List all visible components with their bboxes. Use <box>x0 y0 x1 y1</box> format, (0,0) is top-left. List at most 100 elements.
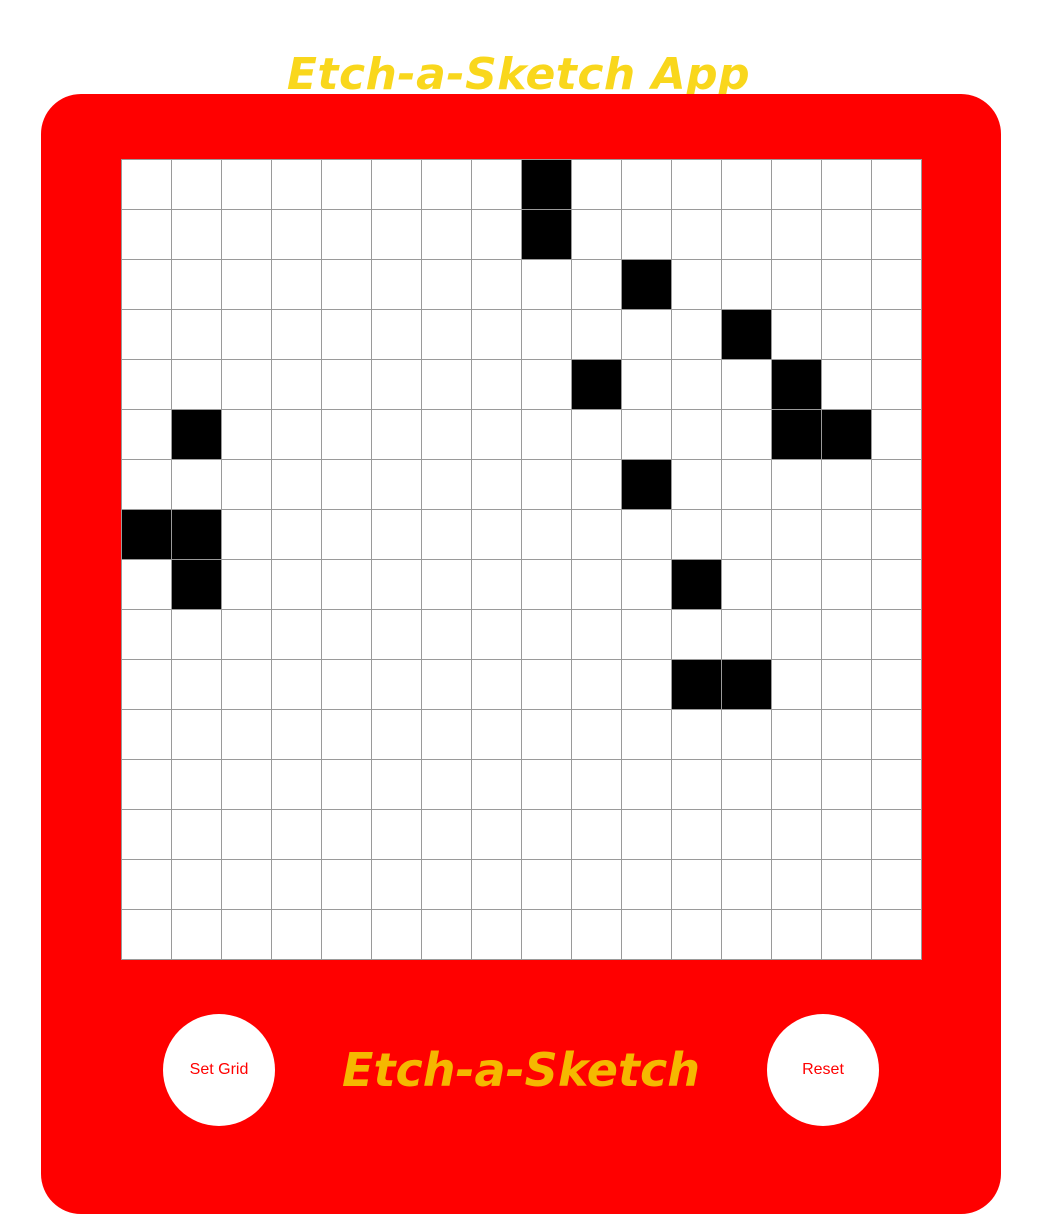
reset-button[interactable]: Reset <box>767 1014 879 1126</box>
grid-cell[interactable] <box>820 758 872 810</box>
grid-cell[interactable] <box>370 558 422 610</box>
grid-cell[interactable] <box>720 208 772 260</box>
grid-cell[interactable] <box>520 708 572 760</box>
grid-cell[interactable] <box>470 308 522 360</box>
grid-cell[interactable] <box>420 858 472 910</box>
grid-cell[interactable] <box>670 408 722 460</box>
grid-cell[interactable] <box>720 808 772 860</box>
grid-cell[interactable] <box>120 358 172 410</box>
grid-cell[interactable] <box>620 308 672 360</box>
grid-cell[interactable] <box>170 158 222 210</box>
grid-cell[interactable] <box>370 258 422 310</box>
grid-cell[interactable] <box>220 408 272 460</box>
grid-cell[interactable] <box>120 658 172 710</box>
grid-cell[interactable] <box>770 808 822 860</box>
grid-cell[interactable] <box>720 308 772 360</box>
grid-cell[interactable] <box>870 758 922 810</box>
grid-cell[interactable] <box>570 358 622 410</box>
grid-cell[interactable] <box>670 808 722 860</box>
grid-cell[interactable] <box>420 808 472 860</box>
grid-cell[interactable] <box>570 708 622 760</box>
grid-cell[interactable] <box>420 458 472 510</box>
grid-cell[interactable] <box>520 308 572 360</box>
grid-cell[interactable] <box>320 158 372 210</box>
grid-cell[interactable] <box>470 758 522 810</box>
grid-cell[interactable] <box>670 158 722 210</box>
grid-cell[interactable] <box>670 908 722 960</box>
grid-cell[interactable] <box>620 808 672 860</box>
grid-cell[interactable] <box>170 708 222 760</box>
grid-cell[interactable] <box>270 408 322 460</box>
grid-cell[interactable] <box>370 308 422 360</box>
grid-cell[interactable] <box>120 508 172 560</box>
grid-cell[interactable] <box>170 308 222 360</box>
grid-cell[interactable] <box>120 808 172 860</box>
grid-cell[interactable] <box>320 508 372 560</box>
grid-cell[interactable] <box>670 308 722 360</box>
grid-cell[interactable] <box>470 608 522 660</box>
grid-cell[interactable] <box>120 208 172 260</box>
grid-cell[interactable] <box>120 308 172 360</box>
grid-cell[interactable] <box>420 358 472 410</box>
grid-cell[interactable] <box>670 708 722 760</box>
grid-cell[interactable] <box>220 608 272 660</box>
grid-cell[interactable] <box>220 708 272 760</box>
grid-cell[interactable] <box>770 308 822 360</box>
grid-cell[interactable] <box>470 208 522 260</box>
set-grid-button[interactable]: Set Grid <box>163 1014 275 1126</box>
grid-cell[interactable] <box>370 208 422 260</box>
grid-cell[interactable] <box>170 458 222 510</box>
grid-cell[interactable] <box>420 758 472 810</box>
grid-cell[interactable] <box>870 508 922 560</box>
grid-cell[interactable] <box>270 658 322 710</box>
grid-cell[interactable] <box>620 258 672 310</box>
grid-cell[interactable] <box>820 358 872 410</box>
grid-cell[interactable] <box>220 258 272 310</box>
grid-cell[interactable] <box>470 808 522 860</box>
grid-cell[interactable] <box>720 608 772 660</box>
grid-cell[interactable] <box>820 858 872 910</box>
grid-cell[interactable] <box>470 858 522 910</box>
grid-cell[interactable] <box>320 608 372 660</box>
grid-cell[interactable] <box>720 358 772 410</box>
grid-cell[interactable] <box>820 208 872 260</box>
grid-cell[interactable] <box>320 858 372 910</box>
grid-cell[interactable] <box>770 608 822 660</box>
grid-cell[interactable] <box>320 558 372 610</box>
grid-cell[interactable] <box>120 458 172 510</box>
grid-cell[interactable] <box>870 558 922 610</box>
grid-cell[interactable] <box>270 758 322 810</box>
grid-cell[interactable] <box>620 208 672 260</box>
grid-cell[interactable] <box>870 808 922 860</box>
grid-cell[interactable] <box>370 458 422 510</box>
grid-cell[interactable] <box>520 558 572 610</box>
grid-cell[interactable] <box>320 708 372 760</box>
grid-cell[interactable] <box>320 458 372 510</box>
grid-cell[interactable] <box>720 708 772 760</box>
grid-cell[interactable] <box>420 308 472 360</box>
grid-cell[interactable] <box>270 558 322 610</box>
grid-cell[interactable] <box>220 908 272 960</box>
grid-cell[interactable] <box>370 708 422 760</box>
grid-cell[interactable] <box>170 258 222 310</box>
grid-cell[interactable] <box>770 208 822 260</box>
grid-cell[interactable] <box>670 458 722 510</box>
grid-cell[interactable] <box>470 558 522 610</box>
grid-cell[interactable] <box>670 608 722 660</box>
grid-cell[interactable] <box>520 358 572 410</box>
grid-cell[interactable] <box>620 158 672 210</box>
grid-cell[interactable] <box>420 908 472 960</box>
grid-cell[interactable] <box>670 858 722 910</box>
grid-cell[interactable] <box>820 808 872 860</box>
grid-cell[interactable] <box>720 658 772 710</box>
grid-cell[interactable] <box>570 858 622 910</box>
grid-cell[interactable] <box>470 458 522 510</box>
grid-cell[interactable] <box>520 858 572 910</box>
grid-cell[interactable] <box>770 508 822 560</box>
grid-cell[interactable] <box>370 758 422 810</box>
grid-cell[interactable] <box>120 708 172 760</box>
grid-cell[interactable] <box>620 908 672 960</box>
grid-cell[interactable] <box>220 858 272 910</box>
grid-cell[interactable] <box>420 408 472 460</box>
grid-cell[interactable] <box>520 408 572 460</box>
